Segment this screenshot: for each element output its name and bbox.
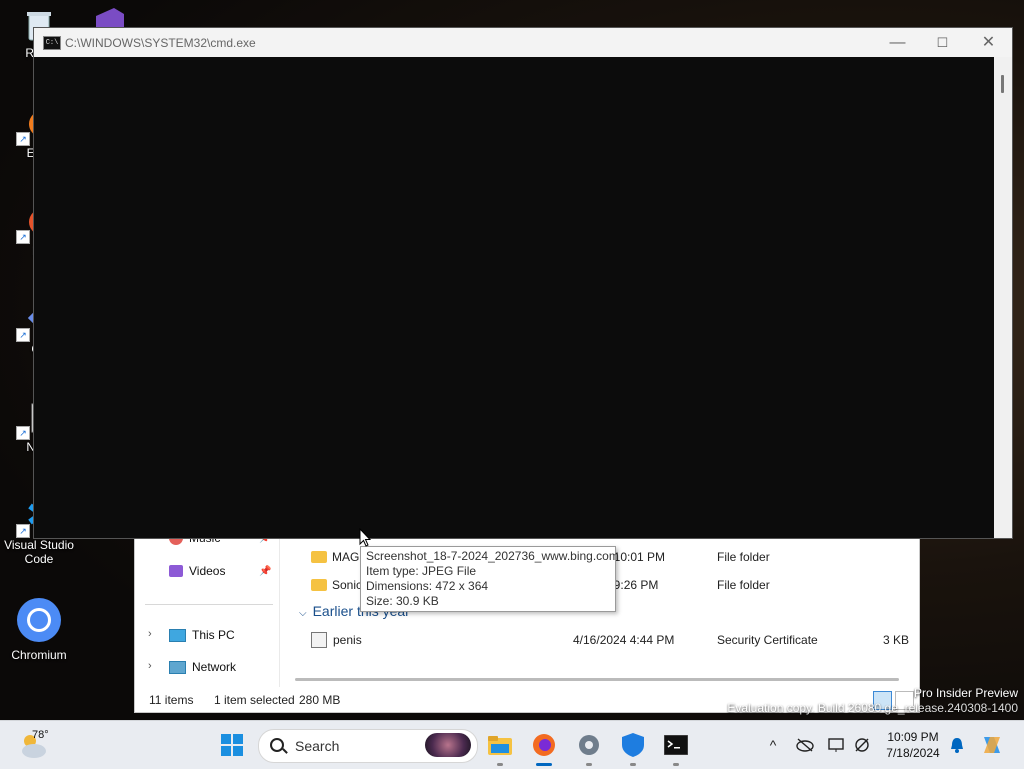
navigation-pane: Music 📌 Videos 📌 › This PC › Network [135,531,275,687]
scrollbar-thumb[interactable] [1001,75,1004,93]
file-type: File folder [717,550,770,564]
network-icon [169,660,186,674]
file-type: Security Certificate [717,633,818,647]
windows-security-icon [622,733,644,757]
nav-divider [145,604,273,605]
taskbar: 78° Search ^ 10:09 PM 7/18/2024 [0,720,1024,769]
cmd-titlebar[interactable]: C:\ C:\WINDOWS\SYSTEM32\cmd.exe — ☐ ✕ [34,28,1012,57]
file-date: 4/16/2024 4:44 PM [573,633,675,647]
running-indicator [673,763,679,766]
nav-item-videos[interactable]: Videos [169,564,225,578]
notifications-button[interactable] [946,721,968,769]
window-title: C:\WINDOWS\SYSTEM32\cmd.exe [65,36,256,50]
settings-icon [579,735,599,755]
file-name: MAG [332,550,360,564]
maximize-button[interactable]: ☐ [920,28,965,57]
pin-icon: 📌 [259,566,272,577]
mouse-cursor-icon [359,528,371,547]
nav-item-this-pc[interactable]: This PC [169,628,235,642]
file-name: penis [333,633,362,648]
file-explorer-icon [488,736,512,755]
taskbar-windows-security[interactable] [613,721,653,769]
network-tray[interactable] [851,721,873,769]
copilot-icon [984,737,1000,753]
search-highlight-image [425,733,471,757]
display-tray[interactable] [826,721,848,769]
onedrive-tray[interactable] [794,721,816,769]
weather-temperature: 78° [32,729,49,741]
tooltip-size: Size: 30.9 KB [366,594,439,608]
cmd-window[interactable]: C:\ C:\WINDOWS\SYSTEM32\cmd.exe — ☐ ✕ [33,27,1013,539]
nav-item-label: Network [192,660,237,674]
desktop-icon-label: Chromium [11,648,67,662]
taskbar-terminal[interactable] [656,721,696,769]
taskbar-search[interactable]: Search [258,729,478,763]
tooltip-item-type: Item type: JPEG File [366,564,477,578]
desktop-icon-chromium[interactable]: Chromium [0,596,78,662]
start-button[interactable] [212,721,252,769]
clock-date: 7/18/2024 [886,746,940,760]
running-indicator [497,763,503,766]
search-placeholder: Search [295,738,340,754]
certificate-icon [311,632,327,648]
shortcut-arrow-icon: ↗ [16,328,30,342]
onedrive-offline-icon [796,738,814,752]
search-icon [270,738,284,752]
file-size: 3 KB [883,633,910,647]
expand-chevron-icon[interactable]: › [148,628,152,640]
tooltip-file-name: Screenshot_18-7-2024_202736_www.bing.com [366,549,619,563]
pane-divider [279,537,280,687]
this-pc-icon [169,628,186,642]
notification-bell-icon [951,738,963,753]
running-indicator [630,763,636,766]
running-indicator [586,763,592,766]
console-area[interactable] [34,57,994,538]
file-name: Sonic [332,578,363,592]
taskbar-settings[interactable] [569,721,609,769]
folder-icon [311,578,327,591]
taskbar-clock[interactable]: 10:09 PM 7/18/2024 [878,729,948,761]
file-tooltip: Screenshot_18-7-2024_202736_www.bing.com… [360,546,619,612]
file-type: File folder [717,578,770,592]
show-hidden-icons-chevron-icon[interactable]: ^ [763,721,783,769]
terminal-icon [664,735,688,755]
nav-item-label: Videos [189,564,226,578]
copilot-button[interactable] [978,721,1006,769]
firefox-icon [533,734,555,756]
cmd-icon: C:\ [43,36,61,50]
folder-icon [311,550,327,563]
nav-item-network[interactable]: Network [169,660,236,674]
shortcut-arrow-icon: ↗ [16,132,30,146]
running-indicator [536,763,552,766]
file-row[interactable]: penis 4/16/2024 4:44 PM Security Certifi… [311,630,911,650]
chromium-icon [15,596,63,644]
watermark-line2: Evaluation copy. Build 26080.ge_release.… [727,701,1018,715]
expand-chevron-icon[interactable]: › [148,660,152,672]
nav-item-label: This PC [192,628,235,642]
start-icon [221,734,243,756]
minimize-button[interactable]: — [875,28,920,57]
vertical-scrollbar[interactable] [994,57,1012,538]
close-button[interactable]: ✕ [966,28,1011,57]
taskbar-file-explorer[interactable] [480,721,520,769]
horizontal-scrollbar[interactable] [295,678,899,681]
collapse-chevron-icon: ⌵ [299,608,307,619]
tooltip-dimensions: Dimensions: 472 x 364 [366,579,489,593]
shortcut-arrow-icon: ↗ [16,426,30,440]
clock-time: 10:09 PM [887,730,939,744]
status-item-count: 11 items [149,693,194,707]
shortcut-arrow-icon: ↗ [16,230,30,244]
weather-widget[interactable]: 78° [18,727,58,763]
taskbar-firefox[interactable] [524,721,564,769]
desktop-icon-label: Visual Studio Code [4,538,74,566]
shortcut-arrow-icon: ↗ [16,524,30,538]
network-status-icon [855,738,869,752]
videos-icon [169,565,183,577]
status-selected: 1 item selected [214,693,295,707]
watermark-line1: Pro Insider Preview [913,686,1018,700]
monitor-icon [828,738,844,752]
status-size: 280 MB [299,693,341,707]
